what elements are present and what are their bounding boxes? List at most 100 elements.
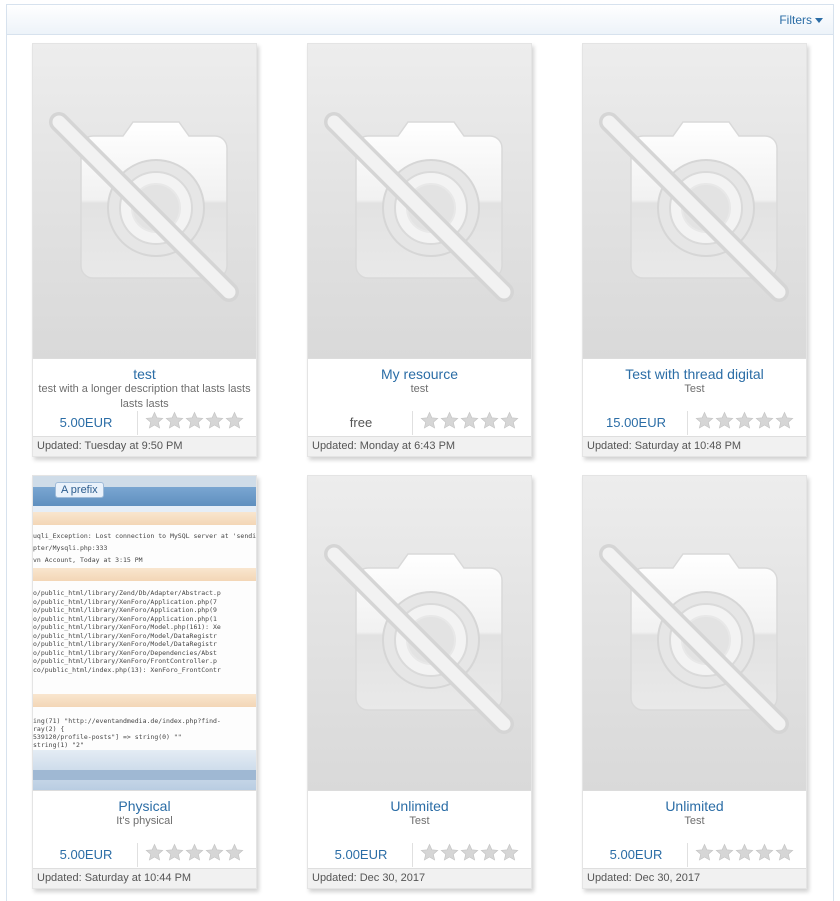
resource-description: It's physical [116,815,173,827]
star-icon[interactable] [145,843,164,862]
resource-thumbnail[interactable] [583,476,806,790]
resource-thumbnail[interactable] [33,44,256,358]
resource-price: 5.00EUR [334,847,388,862]
star-icon[interactable] [460,843,479,862]
screenshot-band [33,770,256,780]
resource-thumbnail[interactable] [308,476,531,790]
screenshot-text-line: co/public_html/index.php(13): XenForo_Fr… [33,665,221,674]
screenshot-text-line: string(1) "2" [33,741,84,749]
resource-updated: Updated: Tuesday at 9:50 PM [33,436,256,456]
resource-price: 5.00EUR [59,415,113,430]
star-icon[interactable] [480,843,499,862]
star-icon[interactable] [225,411,244,430]
screenshot-text-line: uqli_Exception: Lost connection to MySQL… [33,532,256,540]
star-rating[interactable] [145,843,244,862]
resource-info: Test with thread digital Test 15.00EUR [583,358,806,436]
resource-thumbnail[interactable]: A prefix uqli_Exception: Lost connection … [33,476,256,790]
star-icon[interactable] [185,411,204,430]
screenshot-band [33,694,256,707]
star-icon[interactable] [735,843,754,862]
resource-title-link[interactable]: Physical [33,798,256,814]
resource-screenshot[interactable]: A prefix uqli_Exception: Lost connection … [33,476,256,790]
star-icon[interactable] [775,411,794,430]
resource-price: free [349,415,373,430]
star-icon[interactable] [695,411,714,430]
resource-thumbnail[interactable] [583,44,806,358]
star-icon[interactable] [775,843,794,862]
star-icon[interactable] [225,843,244,862]
star-icon[interactable] [715,843,734,862]
resource-price: 5.00EUR [59,847,113,862]
divider [137,843,138,867]
filters-label: Filters [779,13,812,27]
star-rating[interactable] [420,843,519,862]
resource-card[interactable]: Unlimited Test 5.00EUR Updated: Dec 30, 201… [582,475,807,889]
resource-title-link[interactable]: My resource [308,366,531,382]
resource-title-link[interactable]: Test with thread digital [583,366,806,382]
star-icon[interactable] [440,411,459,430]
resource-title-link[interactable]: Unlimited [308,798,531,814]
resource-description: Test [684,815,705,827]
star-icon[interactable] [715,411,734,430]
divider [412,411,413,435]
resource-card[interactable]: test test with a longer description that … [32,43,257,457]
screenshot-text-line: o/public_html/library/XenForo/Applicatio… [33,597,217,606]
screenshot-band [33,568,256,581]
screenshot-text-line: o/public_html/library/XenForo/Model/Data… [33,640,217,648]
star-icon[interactable] [420,843,439,862]
star-icon[interactable] [755,411,774,430]
star-icon[interactable] [205,843,224,862]
star-icon[interactable] [460,411,479,430]
star-rating[interactable] [695,411,794,430]
screenshot-text-line: o/public_html/library/XenForo/Applicatio… [33,606,217,614]
resource-card[interactable]: My resource test free Updated: Monday at 6:… [307,43,532,457]
camera-off-icon [324,544,514,734]
star-icon[interactable] [440,843,459,862]
resource-title-link[interactable]: test [33,366,256,382]
star-icon[interactable] [420,411,439,430]
resource-info: Unlimited Test 5.00EUR [308,790,531,868]
filter-bar: Filters [7,5,833,35]
star-icon[interactable] [755,843,774,862]
caret-down-icon [815,18,823,23]
resource-description: test [410,383,429,395]
resource-card[interactable]: Test with thread digital Test 15.00EUR Upda… [582,43,807,457]
resource-description: test with a longer description that last… [38,383,251,410]
prefix-badge[interactable]: A prefix [55,482,104,498]
camera-off-icon [49,112,239,302]
screenshot-text-line: o/public_html/library/Zend/Db/Adapter/Ab… [33,589,221,597]
resource-price: 5.00EUR [609,847,663,862]
camera-off-icon [599,112,789,302]
resource-info: Physical It's physical 5.00EUR [33,790,256,868]
star-icon[interactable] [500,843,519,862]
resource-updated: Updated: Dec 30, 2017 [583,868,806,888]
screenshot-text-line: vn Account, Today at 3:15 PM [33,556,143,564]
resource-title-link[interactable]: Unlimited [583,798,806,814]
screenshot-text-line: o/public_html/library/XenForo/Model.php(… [33,623,221,631]
star-icon[interactable] [695,843,714,862]
star-rating[interactable] [420,411,519,430]
resource-updated: Updated: Monday at 6:43 PM [308,436,531,456]
star-icon[interactable] [145,411,164,430]
star-rating[interactable] [695,843,794,862]
resource-card[interactable]: Unlimited Test 5.00EUR Updated: Dec 30, 201… [307,475,532,889]
star-icon[interactable] [500,411,519,430]
camera-off-icon [599,544,789,734]
resource-thumbnail[interactable] [308,44,531,358]
star-icon[interactable] [480,411,499,430]
star-icon[interactable] [735,411,754,430]
star-rating[interactable] [145,411,244,430]
star-icon[interactable] [165,411,184,430]
star-icon[interactable] [165,843,184,862]
resource-card[interactable]: A prefix uqli_Exception: Lost connection … [32,475,257,889]
resource-price: 15.00EUR [606,415,666,430]
star-icon[interactable] [185,843,204,862]
divider [137,411,138,435]
resource-info: test test with a longer description that … [33,358,256,436]
filters-dropdown[interactable]: Filters [779,13,823,27]
screenshot-text-line: o/public_html/library/XenForo/Dependenci… [33,648,217,657]
resource-updated: Updated: Dec 30, 2017 [308,868,531,888]
divider [687,843,688,867]
resource-info: My resource test free [308,358,531,436]
star-icon[interactable] [205,411,224,430]
